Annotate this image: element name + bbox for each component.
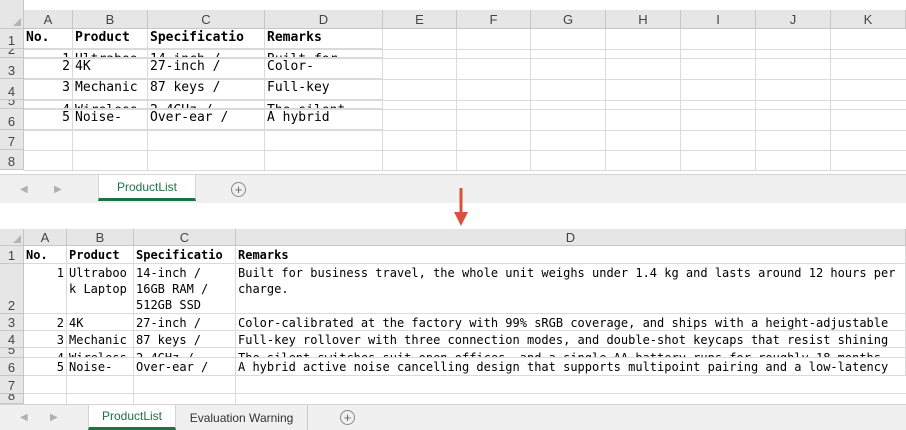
- row-header-7[interactable]: 7: [0, 376, 24, 394]
- column-header-k[interactable]: K: [831, 10, 906, 29]
- table-cell[interactable]: 1: [24, 264, 67, 314]
- table-cell[interactable]: 87 keys /: [134, 331, 236, 348]
- row-header-6[interactable]: 6: [0, 358, 24, 376]
- row-header-3[interactable]: 3: [0, 58, 24, 79]
- column-header-i[interactable]: I: [681, 10, 756, 29]
- table-cell[interactable]: 4: [24, 100, 73, 109]
- column-header-a[interactable]: A: [24, 229, 67, 246]
- column-header-a[interactable]: A: [24, 10, 73, 29]
- column-header-b[interactable]: B: [67, 229, 134, 246]
- tab-productlist[interactable]: ProductList: [88, 405, 176, 430]
- header-cell-no[interactable]: No.: [24, 246, 67, 264]
- row-header-8[interactable]: 8: [0, 394, 24, 404]
- triangle-right-icon[interactable]: ▶: [54, 184, 62, 195]
- header-cell-specification[interactable]: Specificatio: [134, 246, 236, 264]
- header-cell-specification[interactable]: Specificatio: [148, 29, 265, 49]
- table-cell[interactable]: 4: [24, 348, 67, 358]
- bottom-sheet-tab-bar: ◀ ▶ ProductList Evaluation Warning +: [0, 404, 906, 430]
- column-header-c[interactable]: C: [148, 10, 265, 29]
- table-cell[interactable]: Noise-: [73, 109, 148, 130]
- table-cell[interactable]: 27-inch /: [134, 314, 236, 331]
- row-header-8[interactable]: 8: [0, 150, 24, 170]
- table-cell[interactable]: Noise-: [67, 358, 134, 376]
- row-header-3[interactable]: 3: [0, 314, 24, 331]
- column-header-b[interactable]: B: [73, 10, 148, 29]
- table-cell[interactable]: 27-inch /: [148, 58, 265, 79]
- table-cell[interactable]: The silent: [265, 100, 383, 109]
- table-cell[interactable]: Over-ear /: [134, 358, 236, 376]
- table-cell[interactable]: 5: [24, 358, 67, 376]
- table-cell[interactable]: Full-key: [265, 79, 383, 100]
- table-cell[interactable]: Mechanic: [67, 331, 134, 348]
- column-header-j[interactable]: J: [756, 10, 831, 29]
- table-cell[interactable]: The silent switches suit open offices, a…: [236, 348, 906, 358]
- table-cell[interactable]: A hybrid active noise cancelling design …: [236, 358, 906, 376]
- column-header-c[interactable]: C: [134, 229, 236, 246]
- row-header-1[interactable]: 1: [0, 29, 24, 49]
- table-cell[interactable]: 3: [24, 79, 73, 100]
- tab-productlist[interactable]: ProductList: [98, 175, 196, 201]
- row-header-5[interactable]: 5: [0, 100, 24, 109]
- table-cell[interactable]: Mechanic: [73, 79, 148, 100]
- table-cell[interactable]: 87 keys /: [148, 79, 265, 100]
- column-header-f[interactable]: F: [457, 10, 531, 29]
- row-header-1[interactable]: 1: [0, 246, 24, 264]
- table-cell[interactable]: Full-key rollover with three connection …: [236, 331, 906, 348]
- table-cell[interactable]: Ultraboo k Laptop: [67, 264, 134, 314]
- table-cell[interactable]: Built for business travel, the whole uni…: [236, 264, 906, 314]
- table-cell[interactable]: 5: [24, 109, 73, 130]
- row-header-4[interactable]: 4: [0, 331, 24, 348]
- table-cell[interactable]: 4K: [67, 314, 134, 331]
- triangle-left-icon[interactable]: ◀: [20, 412, 28, 423]
- table-cell[interactable]: 14-inch /: [148, 49, 265, 58]
- table-cell[interactable]: 2: [24, 58, 73, 79]
- table-cell[interactable]: 2: [24, 314, 67, 331]
- table-cell[interactable]: Wireless: [73, 100, 148, 109]
- row-header-2[interactable]: 2: [0, 264, 24, 314]
- table-cell[interactable]: Ultraboo: [73, 49, 148, 58]
- down-arrow-icon: [454, 188, 468, 226]
- row-header-4[interactable]: 4: [0, 79, 24, 100]
- table-cell[interactable]: Over-ear /: [148, 109, 265, 130]
- select-all-corner[interactable]: [0, 229, 24, 246]
- table-cell[interactable]: 2.4GHz /: [134, 348, 236, 358]
- bottom-spreadsheet: A B C D 1 2 3 4 5 6 7 8 No. Product Spec…: [0, 229, 906, 404]
- plus-circle-icon[interactable]: +: [231, 182, 246, 197]
- column-header-g[interactable]: G: [531, 10, 606, 29]
- tab-evaluation-warning[interactable]: Evaluation Warning: [176, 405, 308, 430]
- row-header-6[interactable]: 6: [0, 109, 24, 130]
- table-cell[interactable]: 2.4GHz /: [148, 100, 265, 109]
- table-cell[interactable]: 1: [24, 49, 73, 58]
- table-cell[interactable]: Wireless: [67, 348, 134, 358]
- table-cell[interactable]: 4K: [73, 58, 148, 79]
- table-cell[interactable]: Color-: [265, 58, 383, 79]
- table-cell[interactable]: 3: [24, 331, 67, 348]
- top-spreadsheet: A B C D E F G H I J K 1 2 3 4 5 6 7 8 No…: [0, 0, 906, 203]
- triangle-left-icon[interactable]: ◀: [20, 184, 28, 195]
- row-header-2[interactable]: 2: [0, 49, 24, 58]
- table-cell[interactable]: A hybrid: [265, 109, 383, 130]
- row-header-5[interactable]: 5: [0, 348, 24, 358]
- triangle-right-icon[interactable]: ▶: [50, 412, 58, 423]
- table-cell[interactable]: Built for: [265, 49, 383, 58]
- table-cell[interactable]: 14-inch / 16GB RAM / 512GB SSD: [134, 264, 236, 314]
- header-cell-product[interactable]: Product: [73, 29, 148, 49]
- column-header-e[interactable]: E: [383, 10, 457, 29]
- header-cell-remarks[interactable]: Remarks: [236, 246, 906, 264]
- header-cell-no[interactable]: No.: [24, 29, 73, 49]
- column-header-d[interactable]: D: [236, 229, 906, 246]
- header-cell-remarks[interactable]: Remarks: [265, 29, 383, 49]
- column-header-d[interactable]: D: [265, 10, 383, 29]
- select-all-corner[interactable]: [0, 0, 24, 29]
- header-cell-product[interactable]: Product: [67, 246, 134, 264]
- column-header-h[interactable]: H: [606, 10, 681, 29]
- row-header-7[interactable]: 7: [0, 130, 24, 150]
- table-cell[interactable]: Color-calibrated at the factory with 99%…: [236, 314, 906, 331]
- plus-circle-icon[interactable]: +: [340, 410, 355, 425]
